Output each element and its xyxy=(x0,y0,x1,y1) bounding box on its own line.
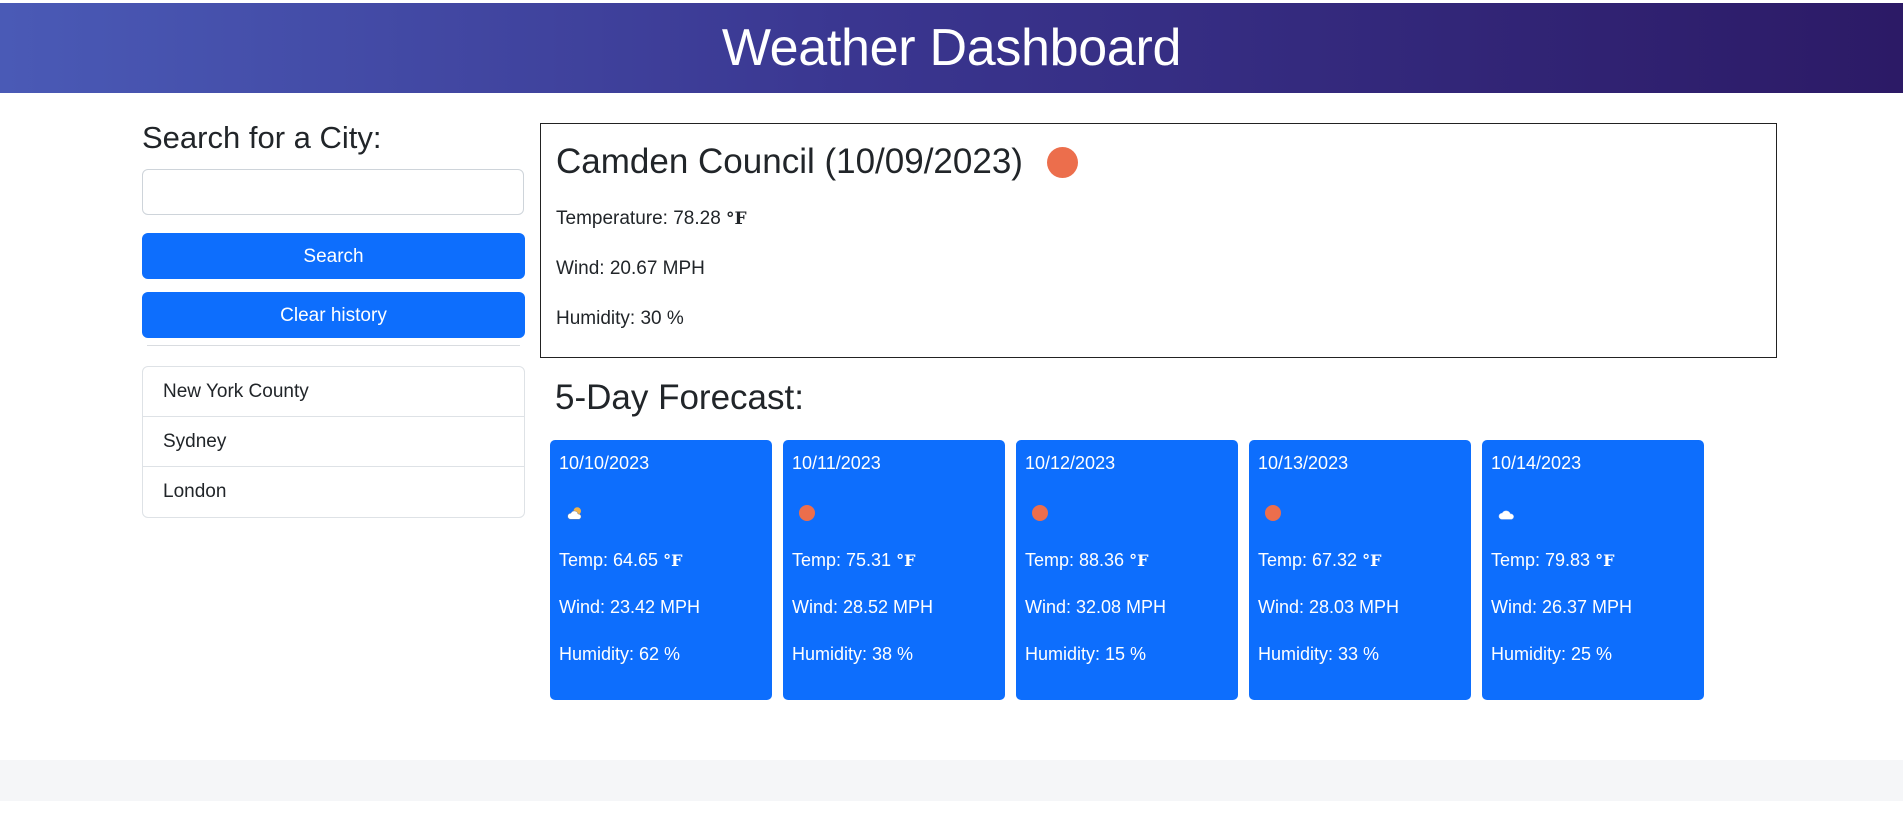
forecast-wind: Wind: 32.08 MPH xyxy=(1025,597,1167,617)
forecast-temp-value: Temp: 75.31 xyxy=(792,550,892,570)
temperature-unit: °F xyxy=(1362,551,1382,570)
history-item[interactable]: Sydney xyxy=(143,417,524,467)
search-heading: Search for a City: xyxy=(142,120,382,155)
forecast-card: 10/10/2023 Temp: 64.65 °F Wind: 23.42 MP… xyxy=(550,440,772,700)
sun-icon xyxy=(1032,505,1050,523)
page-header: Weather Dashboard xyxy=(0,3,1903,93)
current-humidity: Humidity: 30 % xyxy=(556,308,684,329)
forecast-date: 10/14/2023 xyxy=(1491,453,1582,473)
forecast-date: 10/12/2023 xyxy=(1025,453,1116,473)
forecast-temp-value: Temp: 88.36 xyxy=(1025,550,1125,570)
forecast-humidity: Humidity: 25 % xyxy=(1491,644,1613,664)
forecast-wind: Wind: 23.42 MPH xyxy=(559,597,701,617)
forecast-wind: Wind: 28.03 MPH xyxy=(1258,597,1400,617)
current-temperature: Temperature: 78.28 °F xyxy=(556,208,747,230)
forecast-card: 10/13/2023 Temp: 67.32 °F Wind: 28.03 MP… xyxy=(1249,440,1471,700)
city-search-input[interactable] xyxy=(142,169,524,215)
temperature-unit: °F xyxy=(663,551,683,570)
forecast-wind: Wind: 28.52 MPH xyxy=(792,597,934,617)
forecast-heading: 5-Day Forecast: xyxy=(555,378,804,417)
forecast-temp: Temp: 79.83 °F xyxy=(1491,550,1614,571)
temperature-unit: °F xyxy=(726,209,747,229)
search-button[interactable]: Search xyxy=(142,233,525,279)
clear-history-button[interactable]: Clear history xyxy=(142,292,525,338)
sun-icon xyxy=(1046,146,1078,178)
forecast-card: 10/12/2023 Temp: 88.36 °F Wind: 32.08 MP… xyxy=(1016,440,1238,700)
temperature-unit: °F xyxy=(1129,551,1149,570)
current-weather-panel: Camden Council (10/09/2023) Temperature:… xyxy=(540,123,1777,358)
page-footer xyxy=(0,760,1903,801)
forecast-humidity: Humidity: 62 % xyxy=(559,644,681,664)
history-item[interactable]: London xyxy=(143,467,524,517)
forecast-temp: Temp: 67.32 °F xyxy=(1258,550,1381,571)
temperature-unit: °F xyxy=(896,551,916,570)
temperature-value: Temperature: 78.28 xyxy=(556,208,721,229)
forecast-temp-value: Temp: 64.65 xyxy=(559,550,659,570)
search-history-list: New York County Sydney London xyxy=(142,366,525,518)
forecast-card: 10/14/2023 Temp: 79.83 °F Wind: 26.37 MP… xyxy=(1482,440,1704,700)
forecast-temp: Temp: 88.36 °F xyxy=(1025,550,1148,571)
forecast-date: 10/10/2023 xyxy=(559,453,650,473)
sun-icon xyxy=(1265,505,1283,523)
history-item[interactable]: New York County xyxy=(143,367,524,417)
divider xyxy=(147,345,520,346)
forecast-temp-value: Temp: 79.83 xyxy=(1491,550,1591,570)
forecast-humidity: Humidity: 15 % xyxy=(1025,644,1147,664)
forecast-wind: Wind: 26.37 MPH xyxy=(1491,597,1633,617)
forecast-humidity: Humidity: 33 % xyxy=(1258,644,1380,664)
temperature-unit: °F xyxy=(1595,551,1615,570)
forecast-temp: Temp: 64.65 °F xyxy=(559,550,682,571)
current-weather-title: Camden Council (10/09/2023) xyxy=(556,142,1078,182)
current-city-date: Camden Council (10/09/2023) xyxy=(556,142,1023,181)
forecast-temp-value: Temp: 67.32 xyxy=(1258,550,1358,570)
current-wind: Wind: 20.67 MPH xyxy=(556,258,705,279)
forecast-card: 10/11/2023 Temp: 75.31 °F Wind: 28.52 MP… xyxy=(783,440,1005,700)
page-title: Weather Dashboard xyxy=(721,19,1182,77)
forecast-date: 10/13/2023 xyxy=(1258,453,1349,473)
cloud-sun-icon xyxy=(567,507,582,520)
forecast-humidity: Humidity: 38 % xyxy=(792,644,914,664)
cloud-icon xyxy=(1498,510,1514,520)
sun-icon xyxy=(799,505,817,523)
forecast-temp: Temp: 75.31 °F xyxy=(792,550,915,571)
forecast-date: 10/11/2023 xyxy=(792,453,881,473)
